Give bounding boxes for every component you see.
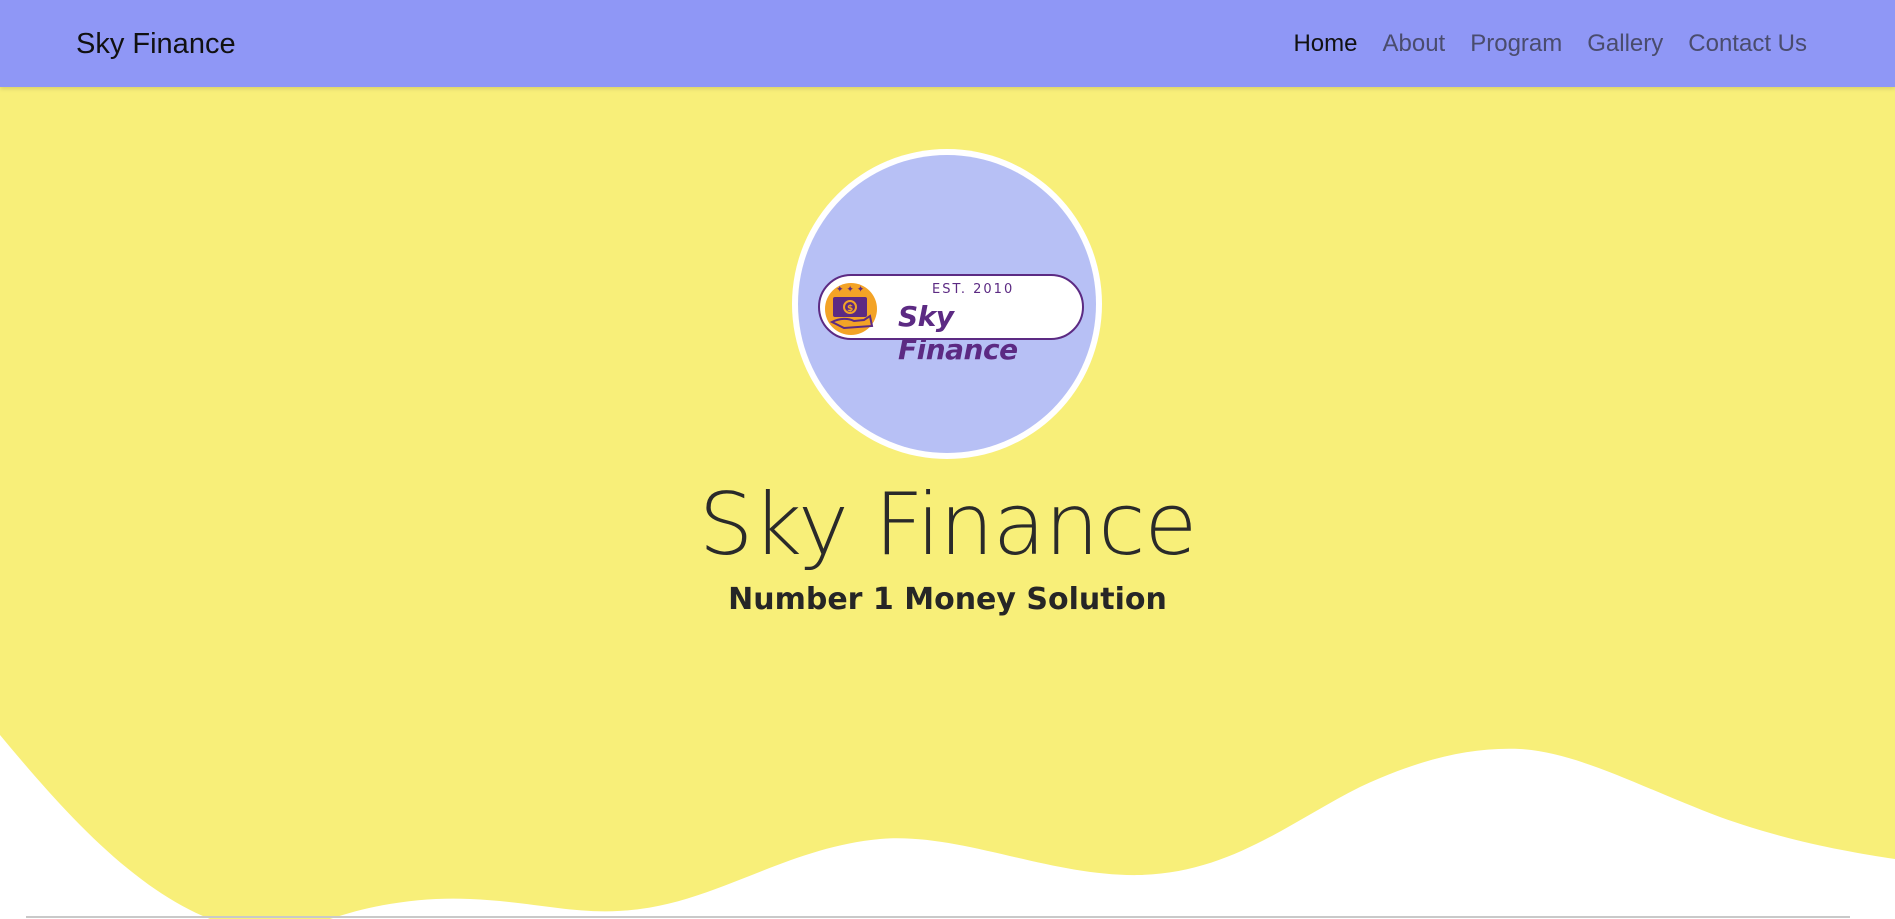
logo-circle: ✦ ✦ ✦ $ EST. 2010 Sky Finance [792,149,1102,459]
logo-established-text: EST. 2010 [932,282,1015,297]
nav-link-home[interactable]: Home [1293,24,1357,64]
svg-text:✦ ✦ ✦: ✦ ✦ ✦ [836,285,865,295]
hero-subtitle: Number 1 Money Solution [728,582,1167,617]
hero-section: ✦ ✦ ✦ $ EST. 2010 Sky Finance Sky Financ… [0,87,1895,919]
nav-links: Home About Program Gallery Contact Us [1293,24,1807,64]
nav-link-contact-us[interactable]: Contact Us [1688,24,1807,64]
logo-badge: ✦ ✦ ✦ $ EST. 2010 Sky Finance [818,274,1084,366]
money-hand-icon: ✦ ✦ ✦ $ [825,283,877,335]
logo-inner: ✦ ✦ ✦ $ EST. 2010 Sky Finance [798,155,1096,453]
svg-text:$: $ [847,304,853,314]
navbar-brand[interactable]: Sky Finance [76,24,236,64]
nav-link-program[interactable]: Program [1470,24,1562,64]
logo-name-text: Sky Finance [898,300,1018,366]
page-divider [26,916,1850,918]
top-navbar: Sky Finance Home About Program Gallery C… [0,0,1895,87]
nav-link-about[interactable]: About [1383,24,1446,64]
hero-title: Sky Finance [698,475,1198,575]
nav-link-gallery[interactable]: Gallery [1587,24,1663,64]
